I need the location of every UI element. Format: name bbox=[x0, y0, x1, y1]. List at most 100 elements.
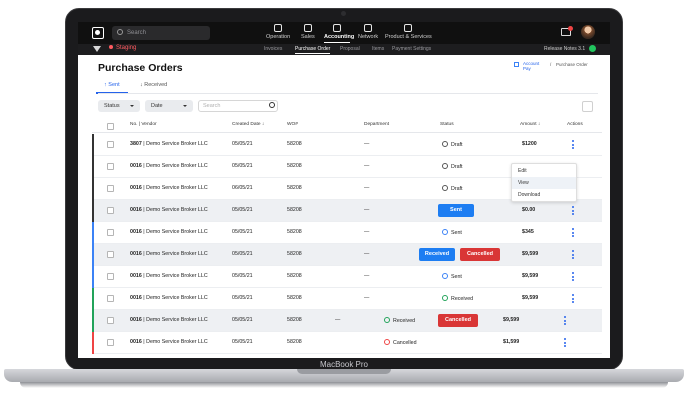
table-row[interactable]: 3807 | Demo Service Broker LLC 05/05/21 … bbox=[92, 134, 602, 156]
module-accounting[interactable]: Accounting bbox=[324, 24, 354, 43]
row-wo: 58208 bbox=[287, 207, 302, 213]
row-checkbox[interactable] bbox=[107, 339, 114, 346]
row-checkbox[interactable] bbox=[107, 295, 114, 302]
table-row[interactable]: 0016 | Demo Service Broker LLC 05/05/21 … bbox=[92, 222, 602, 244]
row-checkbox[interactable] bbox=[107, 207, 114, 214]
table-row[interactable]: 0016 | Demo Service Broker LLC 05/05/21 … bbox=[92, 332, 602, 354]
received-button[interactable]: Received bbox=[419, 248, 455, 261]
col-created-date[interactable]: Created Date ↓ bbox=[232, 122, 264, 127]
row-actions-kebab-icon[interactable] bbox=[572, 250, 574, 260]
column-settings-icon[interactable] bbox=[582, 101, 593, 112]
row-date: 05/05/21 bbox=[232, 229, 253, 235]
sent-icon bbox=[442, 273, 448, 279]
subtab-invoices[interactable]: Invoices bbox=[264, 46, 282, 52]
row-dept: — bbox=[364, 207, 370, 213]
row-checkbox[interactable] bbox=[107, 317, 114, 324]
product-services-icon bbox=[404, 24, 413, 32]
select-all-checkbox[interactable] bbox=[107, 123, 114, 130]
row-no-vendor: 0016 | Demo Service Broker LLC bbox=[130, 163, 208, 169]
row-actions-kebab-icon[interactable] bbox=[572, 228, 574, 238]
col-department[interactable]: Department bbox=[364, 122, 389, 127]
row-checkbox[interactable] bbox=[107, 185, 114, 192]
module-label: Accounting bbox=[324, 34, 355, 40]
row-checkbox[interactable] bbox=[107, 273, 114, 280]
module-network[interactable]: Network bbox=[358, 24, 378, 40]
row-dept: — bbox=[364, 229, 370, 235]
tab-received[interactable]: ↓ Received bbox=[140, 82, 167, 88]
col-status[interactable]: Status bbox=[440, 122, 454, 127]
subtab-purchase-order[interactable]: Purchase Order bbox=[295, 46, 331, 54]
home-icon[interactable] bbox=[514, 62, 519, 67]
draft-icon bbox=[442, 185, 448, 191]
table-search-input[interactable]: Search bbox=[198, 100, 278, 112]
row-actions-kebab-icon[interactable] bbox=[564, 338, 566, 348]
filter-icon[interactable] bbox=[93, 46, 101, 52]
notification-badge bbox=[568, 26, 573, 31]
subtab-payment-settings[interactable]: Payment Settings bbox=[392, 46, 431, 52]
subtab-items[interactable]: Items bbox=[372, 46, 384, 52]
row-actions-kebab-icon[interactable] bbox=[564, 316, 566, 326]
row-wo: 58208 bbox=[287, 141, 302, 147]
row-dept: — bbox=[335, 317, 341, 323]
row-accent bbox=[92, 178, 94, 200]
col-wo[interactable]: WO# bbox=[287, 122, 298, 127]
sales-icon bbox=[303, 24, 312, 32]
status-filter-label: Status bbox=[104, 103, 120, 109]
row-accent bbox=[92, 134, 94, 156]
row-checkbox[interactable] bbox=[107, 141, 114, 148]
row-no: 0016 bbox=[130, 295, 142, 301]
row-vendor: Demo Service Broker LLC bbox=[146, 141, 208, 147]
app-logo-icon[interactable] bbox=[92, 27, 104, 39]
row-amount: $1200 bbox=[522, 141, 537, 147]
global-search-placeholder: Search bbox=[127, 30, 147, 36]
release-notes-link[interactable]: Release Notes 3.1 bbox=[544, 46, 585, 52]
row-vendor: Demo Service Broker LLC bbox=[146, 317, 208, 323]
menu-item-download[interactable]: Download bbox=[512, 189, 576, 201]
subtab-proposal[interactable]: Proposal bbox=[340, 46, 360, 52]
row-amount-value: $1,599 bbox=[503, 339, 520, 345]
row-actions-kebab-icon[interactable] bbox=[572, 294, 574, 304]
cancelled-button[interactable]: Cancelled bbox=[438, 314, 478, 327]
row-checkbox[interactable] bbox=[107, 251, 114, 258]
menu-item-view[interactable]: View bbox=[512, 177, 576, 189]
cancelled-button[interactable]: Cancelled bbox=[460, 248, 500, 261]
row-dept: — bbox=[364, 251, 370, 257]
row-amount-value: $9,599 bbox=[522, 251, 539, 257]
module-operation[interactable]: Operation bbox=[266, 24, 290, 40]
row-status: Sent bbox=[442, 229, 462, 236]
table-row[interactable]: 0016 | Demo Service Broker LLC 05/05/21 … bbox=[92, 266, 602, 288]
module-product-services[interactable]: Product & Services bbox=[385, 24, 432, 40]
row-status: Received bbox=[442, 295, 473, 302]
row-amount-value: $9,599 bbox=[522, 273, 539, 279]
row-actions-kebab-icon[interactable] bbox=[572, 272, 574, 282]
module-sales[interactable]: Sales bbox=[301, 24, 315, 40]
row-actions-kebab-icon[interactable] bbox=[572, 140, 574, 150]
table-row[interactable]: 0016 | Demo Service Broker LLC 05/05/21 … bbox=[92, 288, 602, 310]
tab-sent[interactable]: ↑ Sent bbox=[104, 82, 120, 88]
row-amount-value: $9,599 bbox=[522, 295, 539, 301]
col-no-vendor[interactable]: No. | Vendor bbox=[130, 122, 157, 127]
row-no-vendor: 0016 | Demo Service Broker LLC bbox=[130, 317, 208, 323]
date-filter[interactable]: Date bbox=[145, 100, 193, 112]
row-date: 05/05/21 bbox=[232, 295, 253, 301]
avatar[interactable] bbox=[581, 25, 595, 39]
global-search-input[interactable]: Search bbox=[112, 26, 210, 40]
table-row[interactable]: 0016 | Demo Service Broker LLC 05/05/21 … bbox=[92, 244, 602, 266]
row-status: Sent bbox=[442, 273, 462, 280]
col-amount[interactable]: Amount ↓ bbox=[520, 122, 540, 127]
row-status: Draft bbox=[442, 141, 462, 148]
row-accent bbox=[92, 310, 94, 332]
table-row[interactable]: 0016 | Demo Service Broker LLC 05/05/21 … bbox=[92, 200, 602, 222]
row-checkbox[interactable] bbox=[107, 163, 114, 170]
row-amount-value: $345 bbox=[522, 229, 534, 235]
table-row[interactable]: 0016 | Demo Service Broker LLC 05/05/21 … bbox=[92, 310, 602, 332]
module-label: Network bbox=[358, 34, 379, 40]
menu-item-edit[interactable]: Edit bbox=[512, 165, 576, 177]
row-no: 0016 bbox=[130, 229, 142, 235]
status-filter[interactable]: Status bbox=[98, 100, 140, 112]
row-checkbox[interactable] bbox=[107, 229, 114, 236]
draft-icon bbox=[442, 141, 448, 147]
sent-button[interactable]: Sent bbox=[438, 204, 474, 217]
breadcrumb-parent[interactable]: Account Pay bbox=[523, 61, 547, 71]
row-actions-kebab-icon[interactable] bbox=[572, 206, 574, 216]
